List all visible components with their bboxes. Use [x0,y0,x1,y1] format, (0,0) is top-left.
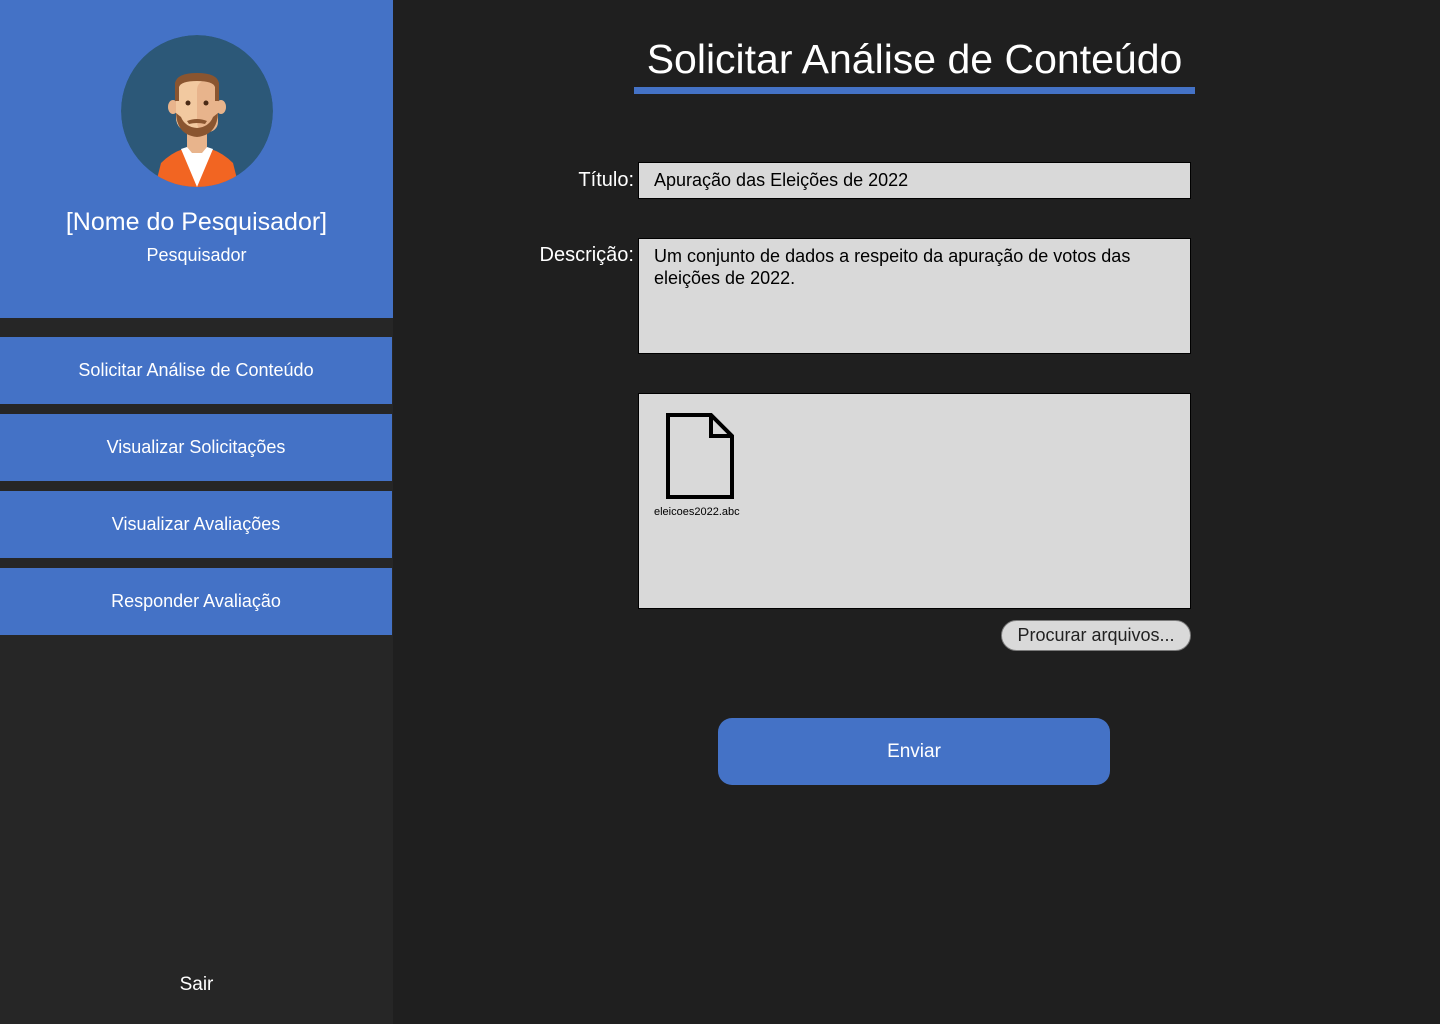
logout-link[interactable]: Sair [0,974,393,996]
nav-item-responder-avaliacao[interactable]: Responder Avaliação [0,568,392,635]
file-dropzone[interactable]: eleicoes2022.abc [638,393,1191,609]
nav-item-visualizar-avaliacoes[interactable]: Visualizar Avaliações [0,491,392,558]
profile-role: Pesquisador [146,245,247,265]
profile-name: [Nome do Pesquisador] [65,208,328,236]
title-label: Título: [578,169,634,191]
app: [Nome do Pesquisador] Pesquisador Solici… [0,0,1440,1024]
browse-files-button[interactable]: Procurar arquivos... [1001,620,1191,651]
description-textarea[interactable]: Um conjunto de dados a respeito da apura… [638,238,1191,354]
file-icon [666,413,734,499]
nav-item-visualizar-solicitacoes[interactable]: Visualizar Solicitações [0,414,392,481]
file-item[interactable]: eleicoes2022.abc [651,412,751,518]
submit-button[interactable]: Enviar [718,718,1110,785]
profile-card: [Nome do Pesquisador] Pesquisador [0,0,393,318]
person-avatar-icon [121,35,273,187]
description-label: Descrição: [539,244,634,266]
title-input[interactable]: Apuração das Eleições de 2022 [638,162,1191,199]
page-title: Solicitar Análise de Conteúdo [646,36,1183,82]
title-underline [634,87,1195,94]
nav-item-solicitar-analise[interactable]: Solicitar Análise de Conteúdo [0,337,392,404]
file-name: eleicoes2022.abc [654,506,740,518]
sidebar: [Nome do Pesquisador] Pesquisador Solici… [0,0,393,1024]
